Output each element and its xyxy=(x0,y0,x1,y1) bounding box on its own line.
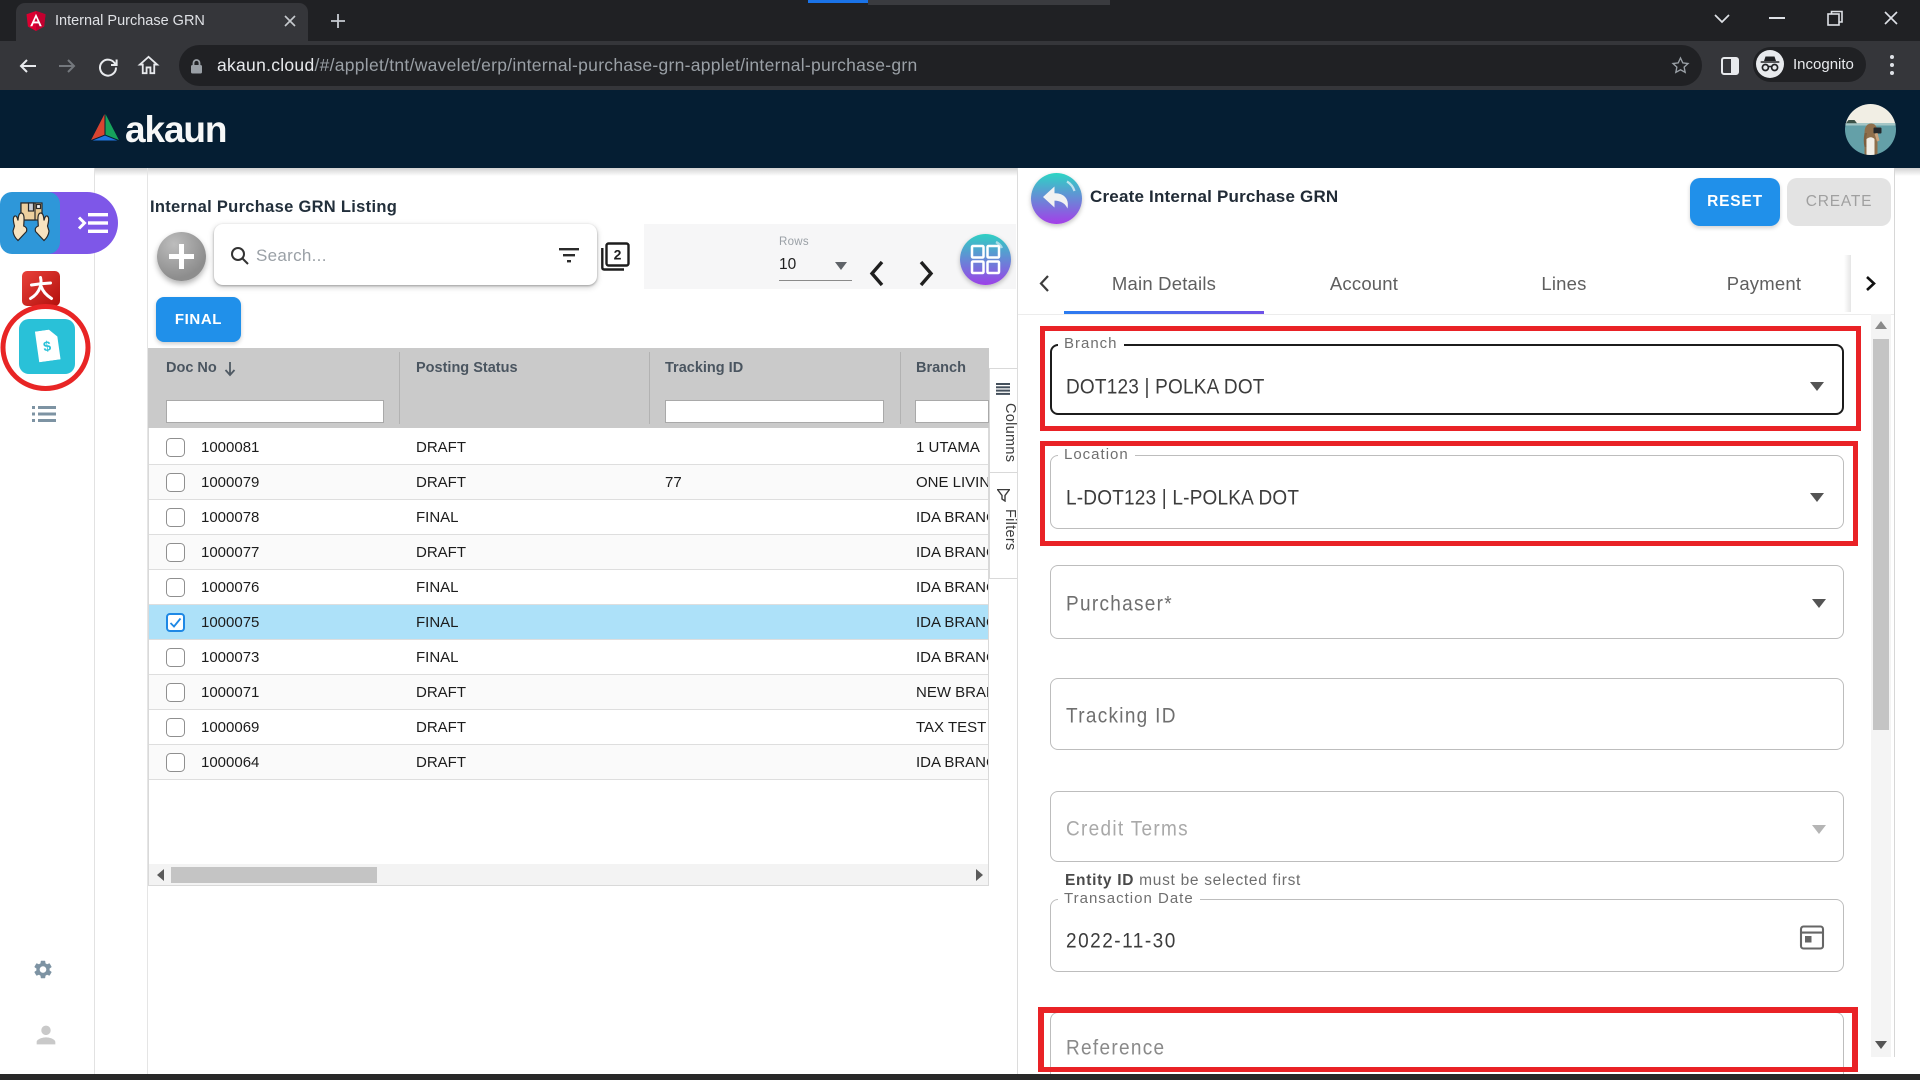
svg-text:2: 2 xyxy=(614,247,622,263)
